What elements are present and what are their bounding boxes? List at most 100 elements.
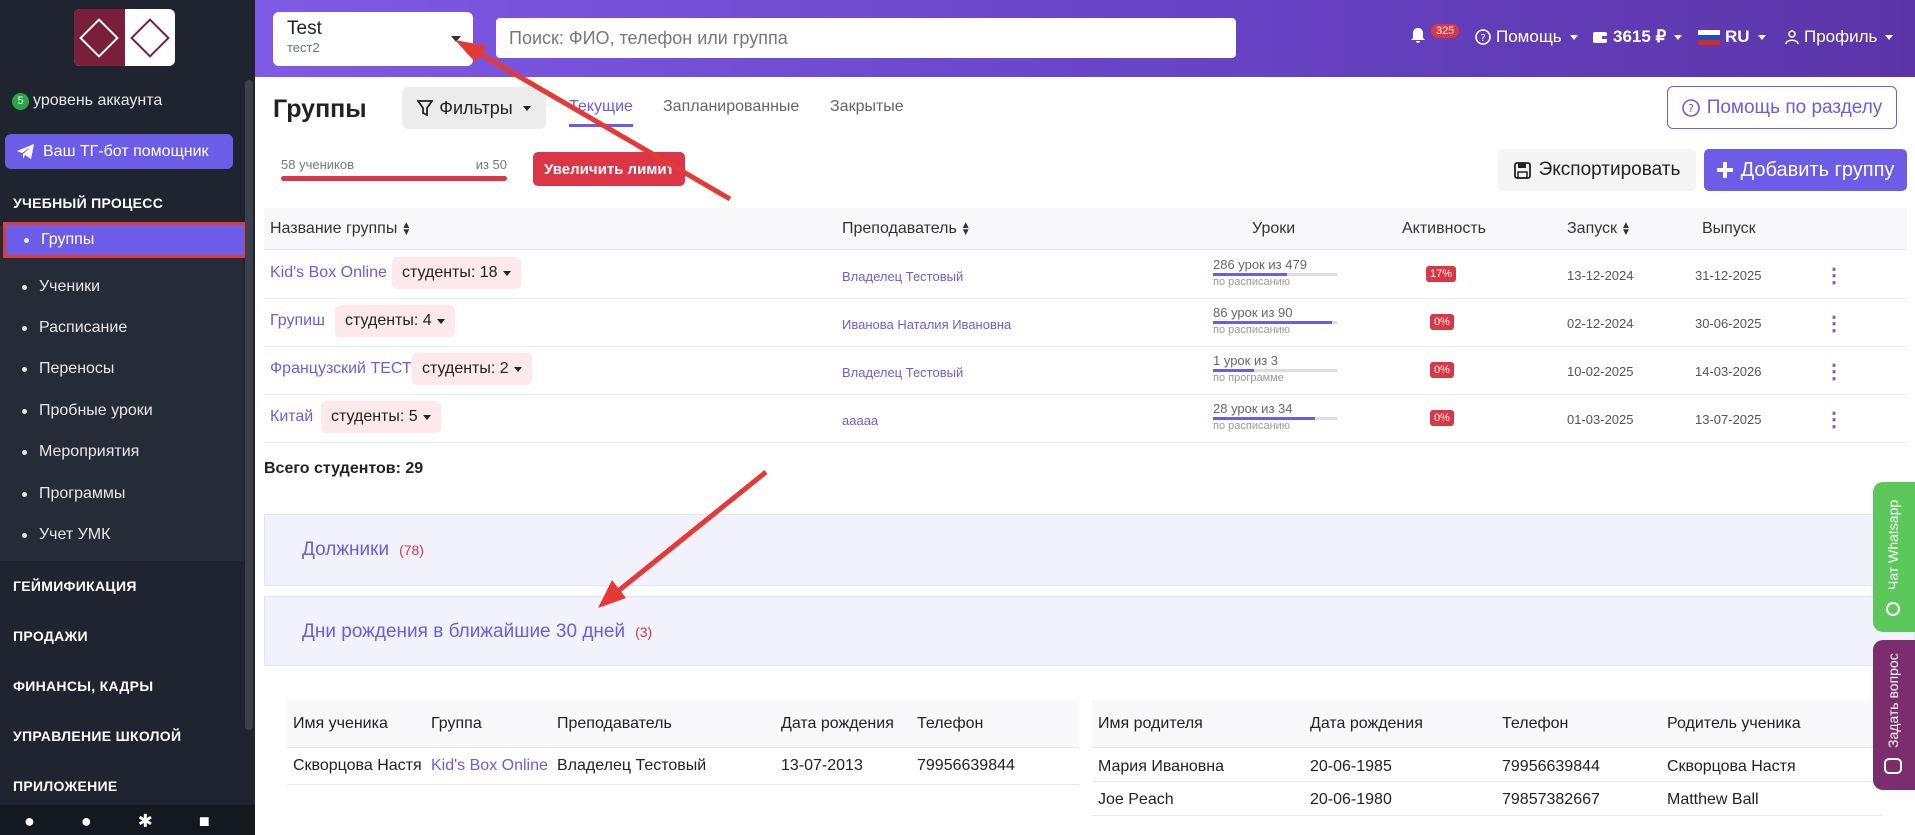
students-dropdown[interactable]: студенты: 2	[412, 353, 532, 385]
sidebar-item-umk[interactable]: Учет УМК	[22, 526, 110, 544]
tab-current[interactable]: Текущие	[569, 98, 633, 127]
col-group-name[interactable]: Название группы ▲ ▼	[270, 220, 411, 238]
tab-closed[interactable]: Закрытые	[830, 98, 904, 116]
col-start[interactable]: Запуск ▲ ▼	[1567, 220, 1631, 238]
more-vertical-icon[interactable]: ⋮	[1824, 263, 1844, 288]
debtors-label: Должники	[302, 539, 390, 560]
section-school[interactable]: УПРАВЛЕНИЕ ШКОЛОЙ	[13, 728, 181, 744]
bullet-icon	[22, 284, 27, 290]
col-teacher[interactable]: Преподаватель ▲ ▼	[842, 220, 971, 238]
birth-date: 13-07-2013	[781, 757, 863, 774]
ask-question-button[interactable]: Задать вопрос	[1873, 640, 1915, 790]
teacher-link[interactable]: Владелец Тестовый	[842, 365, 963, 380]
more-vertical-icon[interactable]: ⋮	[1824, 407, 1844, 432]
chevron-down-icon	[451, 36, 461, 42]
group-name-link[interactable]: Китай	[270, 408, 313, 426]
teacher-link[interactable]: ааааа	[842, 413, 878, 428]
col-lessons: Уроки	[1252, 220, 1295, 238]
globe-icon[interactable]: ●	[24, 811, 35, 829]
lessons-label: 28 урок из 34	[1213, 401, 1293, 416]
col-end: Выпуск	[1702, 220, 1756, 238]
students-dropdown[interactable]: студенты: 5	[321, 401, 441, 433]
add-group-button[interactable]: Добавить группу	[1704, 149, 1907, 191]
section-gamification[interactable]: ГЕЙМИФИКАЦИЯ	[13, 578, 137, 594]
more-vertical-icon[interactable]: ⋮	[1824, 311, 1844, 336]
language-label: RU	[1725, 27, 1750, 46]
end-date: 31-12-2025	[1695, 268, 1762, 283]
lessons-progress: 86 урок из 90 по расписанию	[1213, 305, 1337, 336]
group-name-link[interactable]: Групиш	[270, 312, 325, 330]
document-icon[interactable]: ■	[199, 811, 210, 829]
activity-badge: 17%	[1426, 266, 1457, 282]
language-menu[interactable]: RU	[1698, 27, 1766, 47]
help-circle-icon: ?	[1681, 98, 1700, 117]
help-menu[interactable]: ? Помощь	[1475, 27, 1578, 47]
teacher-link[interactable]: Иванова Наталия Ивановна	[842, 317, 1011, 332]
sidebar-item-programs[interactable]: Программы	[22, 485, 125, 503]
section-app[interactable]: ПРИЛОЖЕНИЕ	[13, 778, 118, 794]
section-help-button[interactable]: ? Помощь по разделу	[1667, 86, 1897, 129]
group-name-link[interactable]: Французский ТЕСТ	[270, 360, 412, 378]
help-circle-icon[interactable]: ●	[81, 811, 92, 829]
filters-button[interactable]: Фильтры	[402, 87, 546, 129]
gear-icon[interactable]: ✱	[138, 811, 153, 829]
svg-text:?: ?	[1688, 102, 1694, 115]
section-sales[interactable]: ПРОДАЖИ	[13, 628, 88, 644]
sidebar-item-students[interactable]: Ученики	[22, 278, 100, 296]
search-input[interactable]	[496, 18, 1236, 58]
increase-limit-button[interactable]: Увеличить лимит	[533, 152, 685, 186]
teacher-name: Владелец Тестовый	[557, 757, 707, 774]
chevron-down-icon	[502, 270, 511, 276]
phone: 79956639844	[1502, 758, 1600, 775]
edu-subitems: Группы Ученики Расписание Переносы Пробн…	[0, 222, 247, 561]
section-edu[interactable]: УЧЕБНЫЙ ПРОЦЕСС	[13, 195, 163, 211]
sidebar-item-label: Программы	[39, 485, 126, 502]
export-label: Экспортировать	[1538, 159, 1681, 180]
birthdays-panel[interactable]: Дни рождения в ближайшие 30 дней (3)	[264, 596, 1915, 666]
lessons-progress: 28 урок из 34 по расписанию	[1213, 401, 1337, 432]
bullet-icon	[24, 237, 29, 243]
sidebar-item-transfers[interactable]: Переносы	[22, 360, 114, 378]
notifications-button[interactable]: 325	[1410, 24, 1460, 43]
ask-label: Задать вопрос	[1885, 653, 1901, 748]
table-row: Групиш студенты: 4 Иванова Наталия Ивано…	[264, 299, 1907, 347]
whatsapp-chat-button[interactable]: Чат Whatsapp	[1873, 482, 1915, 632]
table-row: Мария Ивановна 20-06-1985 79956639844 Ск…	[1092, 749, 1882, 782]
top-header: Test тест2 325 ? Помощь 3615 ₽ RU Профил…	[255, 0, 1915, 77]
col-label: Преподаватель	[842, 220, 957, 237]
parent-name: Joe Peach	[1098, 791, 1174, 808]
table-row: Kid's Box Online студенты: 18 Владелец Т…	[264, 251, 1907, 299]
tab-planned[interactable]: Запланированные	[663, 98, 799, 116]
tg-bot-button[interactable]: Ваш ТГ-бот помощник	[5, 134, 233, 169]
students-dropdown[interactable]: студенты: 18	[392, 257, 521, 289]
birth-date: 20-06-1985	[1310, 758, 1392, 775]
table-row: Joe Peach 20-06-1980 79857382667 Matthew…	[1092, 783, 1882, 816]
school-logo[interactable]	[74, 9, 175, 66]
col-label: Имя родителя	[1098, 715, 1203, 732]
group-name-link[interactable]: Kid's Box Online	[270, 264, 387, 282]
sidebar-item-trial[interactable]: Пробные уроки	[22, 402, 153, 420]
sidebar-item-schedule[interactable]: Расписание	[22, 319, 127, 337]
student-name: Скворцова Настя	[293, 757, 422, 774]
teacher-link[interactable]: Владелец Тестовый	[842, 269, 963, 284]
sidebar-scrollbar[interactable]	[245, 80, 253, 730]
chevron-down-icon	[436, 318, 445, 324]
section-finance[interactable]: ФИНАНСЫ, КАДРЫ	[13, 678, 153, 694]
sidebar-item-groups[interactable]: Группы	[3, 222, 247, 258]
students-dropdown[interactable]: студенты: 4	[335, 305, 455, 337]
col-label: Телефон	[917, 715, 984, 732]
limit-progress-bar	[281, 176, 507, 181]
more-vertical-icon[interactable]: ⋮	[1824, 359, 1844, 384]
balance-menu[interactable]: 3615 ₽	[1592, 27, 1683, 47]
export-button[interactable]: Экспортировать	[1498, 149, 1696, 191]
start-date: 13-12-2024	[1567, 268, 1634, 283]
profile-menu[interactable]: Профиль	[1785, 27, 1894, 47]
sidebar-item-label: Группы	[41, 231, 95, 248]
group-link[interactable]: Kid's Box Online	[431, 757, 548, 775]
students-label: студенты: 5	[331, 408, 418, 425]
end-date: 30-06-2025	[1695, 316, 1762, 331]
sidebar-item-events[interactable]: Мероприятия	[22, 443, 139, 461]
account-level[interactable]: 5 уровень аккаунта	[12, 92, 162, 110]
org-selector[interactable]: Test тест2	[273, 12, 473, 66]
debtors-panel[interactable]: Должники (78)	[264, 514, 1915, 586]
